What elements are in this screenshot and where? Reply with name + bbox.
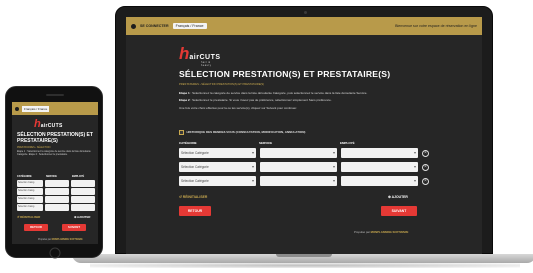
logo-letter: h (34, 118, 41, 130)
column-header-category: CATÉGORIE (17, 175, 32, 178)
language-select[interactable]: Français / France (22, 105, 50, 112)
page-title: SÉLECTION PRESTATION(S) ET PRESTATAIRE(S… (17, 132, 93, 144)
column-header-service: SERVICE (46, 175, 57, 178)
next-button[interactable]: SUIVANT (62, 224, 86, 231)
user-icon[interactable] (15, 106, 19, 111)
reset-button[interactable]: ↺ RÉINITIALISER (17, 215, 40, 219)
step1-text: : Sélectionnez la catégorie de service d… (189, 91, 368, 95)
instructions: Etape 1 : Sélectionnez la catégorie de s… (179, 91, 419, 113)
category-select[interactable]: Sélection Catég. (17, 180, 43, 187)
home-button-icon[interactable] (49, 247, 61, 259)
user-icon[interactable] (131, 23, 136, 29)
remove-row-icon[interactable]: × (422, 177, 429, 185)
step2-text: : Sélectionnez le prestataire. Si vous n… (189, 98, 332, 103)
service-select[interactable] (260, 148, 337, 158)
service-select[interactable] (260, 176, 337, 186)
laptop-notch (276, 254, 332, 257)
category-select[interactable]: Sélection Catégorie (179, 162, 256, 172)
laptop-screen: SE CONNECTER Français / France Bienvenue… (126, 17, 482, 254)
footer-brand[interactable]: MONPLANNING SOFTWARE (371, 230, 409, 234)
employee-select[interactable] (71, 204, 95, 211)
history-checkbox-label: HISTORIQUE DES RENDEZ-VOUS (CONSULTATION… (186, 130, 306, 135)
phone-top-bar: Français / France (12, 102, 98, 115)
footer-credit: Propulsé par MONPLANNING SOFTWARE (354, 230, 408, 234)
remove-row-icon[interactable]: × (422, 163, 429, 171)
selection-row: Sélection Catég. (17, 180, 95, 187)
breadcrumb[interactable]: PRESTATAIRES › SÉLECTION (17, 146, 50, 149)
add-button[interactable]: ⊕ AJOUTER (74, 215, 90, 219)
selection-row: Sélection Catég. (17, 196, 95, 203)
history-checkbox[interactable] (179, 130, 184, 135)
reset-button[interactable]: ↺ RÉINITIALISER (179, 195, 207, 199)
breadcrumb[interactable]: PRESTATAIRES › SÉLECTION PRESTATION(S) E… (179, 83, 264, 86)
laptop-shadow (90, 263, 520, 268)
login-link[interactable]: SE CONNECTER (140, 24, 169, 28)
column-header-category: CATÉGORIE (179, 141, 197, 145)
service-select[interactable] (45, 180, 69, 187)
instructions: Etape 1 : Sélectionnez la catégorie de s… (17, 150, 91, 157)
selection-row: Sélection Catég. (17, 204, 95, 211)
welcome-text: Bienvenue sur votre espace de réservatio… (395, 24, 477, 28)
logo-tagline: hair & beauty (201, 61, 212, 67)
service-select[interactable] (45, 196, 69, 203)
footer-prefix: Propulsé par (354, 230, 371, 234)
category-select[interactable]: Sélection Catégorie (179, 176, 256, 186)
logo-brand: CUTS (199, 54, 221, 61)
service-select[interactable] (260, 162, 337, 172)
phone-screen: Français / France h air CUTS SÉLECTION P… (12, 102, 98, 244)
employee-select[interactable] (341, 176, 418, 186)
employee-select[interactable] (341, 148, 418, 158)
footer-brand[interactable]: MONPLANNING SOFTWARE (52, 239, 83, 241)
column-header-employee: EMPLOYÉ (72, 175, 85, 178)
back-button[interactable]: RETOUR (179, 206, 211, 216)
category-select[interactable]: Sélection Catégorie (179, 148, 256, 158)
employee-select[interactable] (341, 162, 418, 172)
logo-word: air (40, 123, 48, 129)
category-select[interactable]: Sélection Catég. (17, 188, 43, 195)
category-select[interactable]: Sélection Catég. (17, 196, 43, 203)
add-button[interactable]: ⊕ AJOUTER (388, 195, 408, 199)
service-select[interactable] (45, 204, 69, 211)
page-title: SÉLECTION PRESTATION(S) ET PRESTATAIRE(S… (179, 69, 391, 79)
employee-select[interactable] (71, 188, 95, 195)
logo-brand: CUTS (47, 123, 63, 129)
category-select[interactable]: Sélection Catég. (17, 204, 43, 211)
brand-logo[interactable]: h air CUTS (34, 118, 63, 130)
step1-label: Etape 1 (179, 91, 190, 95)
logo-letter: h (179, 44, 190, 63)
logo-word: air (189, 54, 200, 61)
brand-logo[interactable]: h air CUTS hair & beauty (179, 44, 221, 67)
service-select[interactable] (45, 188, 69, 195)
reset-label: RÉINITIALISER (20, 215, 41, 219)
phone-earpiece (46, 94, 64, 96)
column-header-employee: EMPLOYÉ (340, 141, 355, 145)
top-bar: SE CONNECTER Français / France Bienvenue… (126, 17, 482, 35)
step2-label: Etape 2 (179, 98, 190, 103)
employee-select[interactable] (71, 180, 95, 187)
back-button[interactable]: RETOUR (24, 224, 48, 231)
remove-row-icon[interactable]: × (422, 149, 429, 157)
reset-label: RÉINITIALISER (182, 195, 208, 199)
camera-icon (304, 11, 307, 14)
next-button[interactable]: SUIVANT (381, 206, 417, 216)
history-checkbox-row[interactable]: HISTORIQUE DES RENDEZ-VOUS (CONSULTATION… (179, 130, 305, 135)
phone-device: Français / France h air CUTS SÉLECTION P… (5, 86, 103, 259)
language-select[interactable]: Français / France (172, 23, 207, 29)
step3-text: Une fois votre choix effectué pour la ou… (179, 105, 298, 110)
footer-prefix: Propulsé par (38, 239, 52, 241)
column-header-service: SERVICE (259, 141, 273, 145)
add-label: AJOUTER (77, 215, 91, 219)
employee-select[interactable] (71, 196, 95, 203)
add-label: AJOUTER (391, 195, 408, 199)
footer-credit: Propulsé par MONPLANNING SOFTWARE (38, 239, 83, 241)
selection-row: Sélection Catég. (17, 188, 95, 195)
